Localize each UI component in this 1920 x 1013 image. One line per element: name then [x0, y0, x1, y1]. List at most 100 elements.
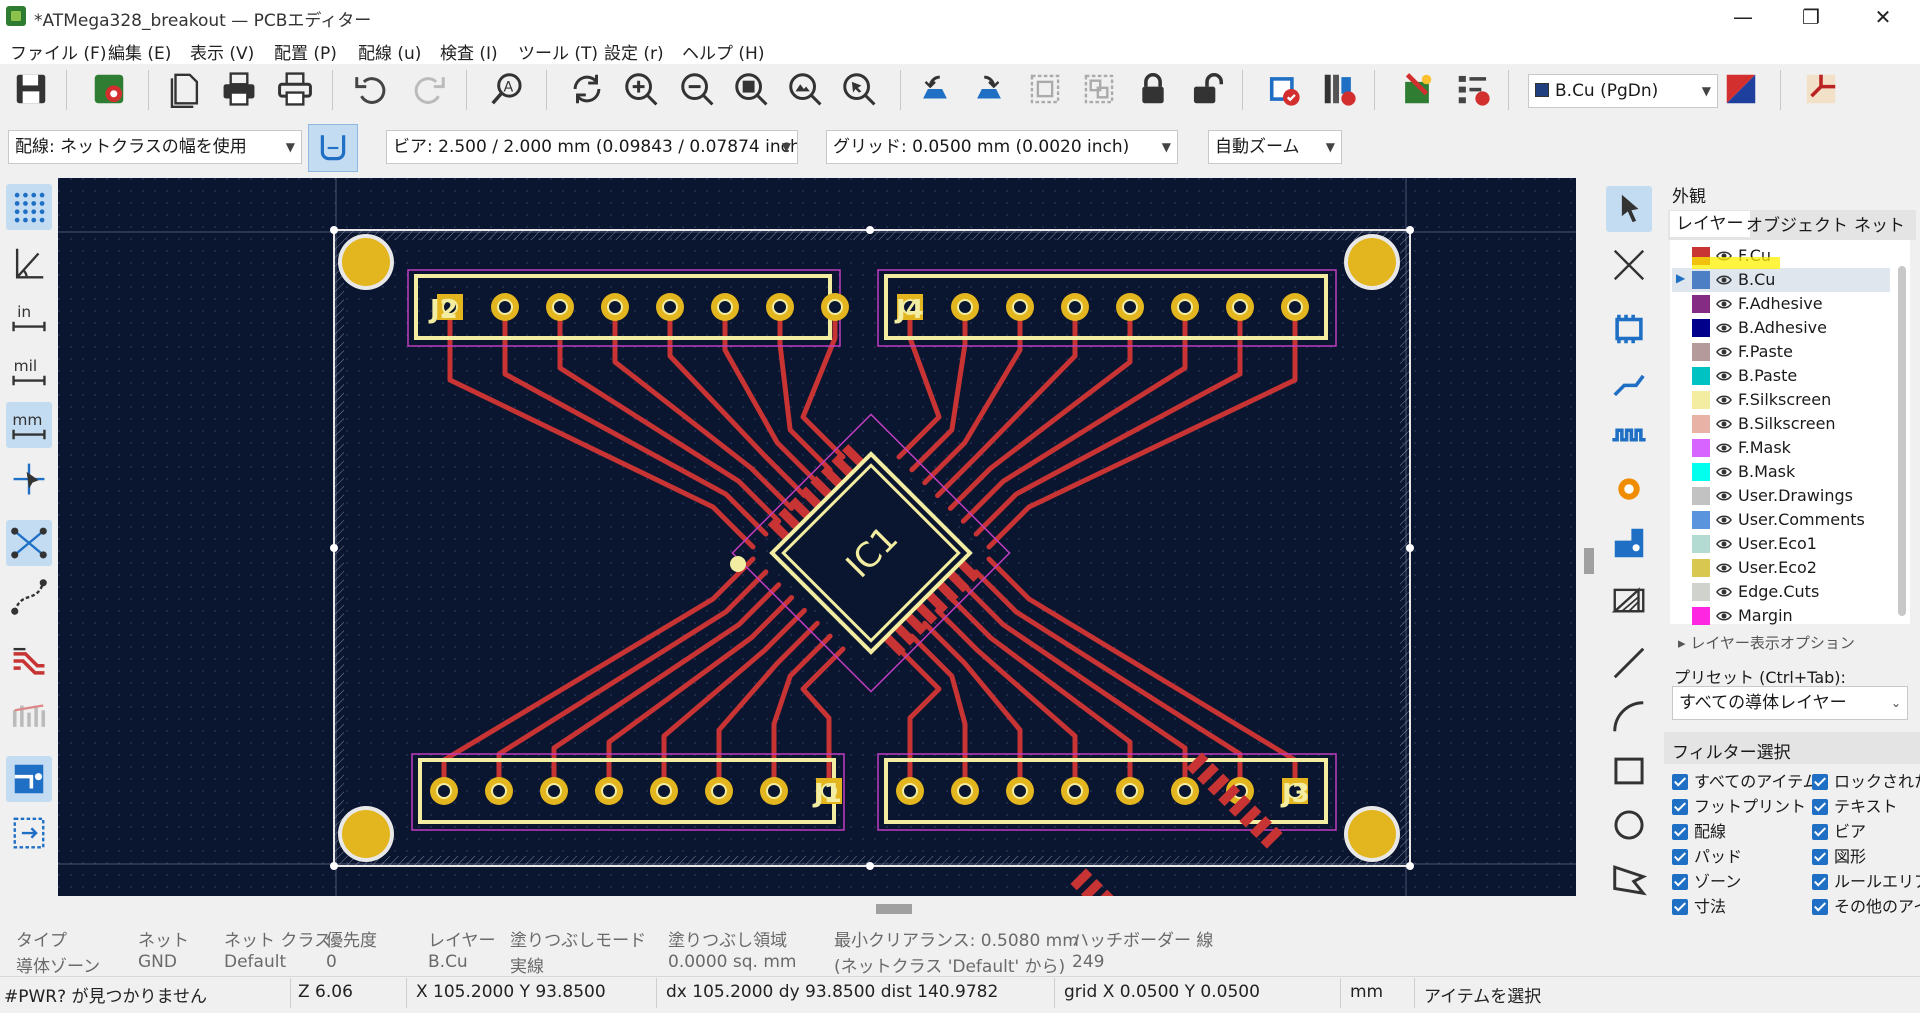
ratsnest-icon[interactable]	[6, 520, 52, 566]
add-via-icon[interactable]	[1606, 466, 1652, 512]
visibility-eye-icon[interactable]	[1716, 272, 1732, 288]
zoom-selection-icon[interactable]	[838, 68, 880, 110]
layer-color-swatch[interactable]	[1692, 607, 1710, 625]
filter-checkbox-0-5[interactable]: 寸法	[1672, 895, 1726, 919]
layer-color-swatch[interactable]	[1692, 343, 1710, 361]
grid-select[interactable]: グリッド: 0.0500 mm (0.0020 inch) ▼	[826, 130, 1178, 164]
curved-ratsnest-icon[interactable]	[6, 574, 52, 620]
scripting-icon[interactable]	[1396, 68, 1438, 110]
zoom-select[interactable]: 自動ズーム ▼	[1208, 130, 1342, 164]
layer-color-swatch[interactable]	[1692, 559, 1710, 577]
route-track-icon[interactable]	[1606, 360, 1652, 406]
zoom-in-icon[interactable]	[620, 68, 662, 110]
save-icon[interactable]	[10, 68, 52, 110]
add-footprint-icon[interactable]	[1606, 306, 1652, 352]
zoom-out-icon[interactable]	[676, 68, 718, 110]
layer-list-scrollbar[interactable]	[1898, 266, 1906, 616]
menu-view[interactable]: 表示 (V)	[190, 39, 254, 64]
visibility-eye-icon[interactable]	[1716, 536, 1732, 552]
visibility-eye-icon[interactable]	[1716, 560, 1732, 576]
filter-checkbox-0-2[interactable]: 配線	[1672, 820, 1726, 844]
preset-select[interactable]: すべての導体レイヤー ⌄	[1672, 686, 1908, 720]
footprint-checker-icon[interactable]	[1318, 68, 1360, 110]
show-zones-icon[interactable]	[6, 756, 52, 802]
layer-row-f-mask[interactable]: F.Mask	[1672, 436, 1890, 460]
filter-checkbox-1-2[interactable]: ビア	[1812, 820, 1866, 844]
undo-icon[interactable]	[350, 68, 392, 110]
menu-settings[interactable]: 設定 (r)	[604, 39, 664, 64]
minimize-button[interactable]: —	[1714, 0, 1772, 34]
layer-select-dropdown[interactable]: B.Cu (PgDn) ▼	[1528, 74, 1718, 108]
filter-checkbox-1-1[interactable]: テキスト	[1812, 795, 1898, 819]
inch-units-icon[interactable]: in	[6, 294, 52, 340]
high-contrast-icon[interactable]	[6, 692, 52, 738]
add-zone-icon[interactable]	[1606, 520, 1652, 566]
layer-row-user-eco1[interactable]: User.Eco1	[1672, 532, 1890, 556]
maximize-button[interactable]: ❐	[1782, 0, 1840, 34]
layer-color-swatch[interactable]	[1692, 415, 1710, 433]
layer-color-swatch[interactable]	[1692, 319, 1710, 337]
draw-circle-icon[interactable]	[1606, 802, 1652, 848]
redo-icon[interactable]	[408, 68, 450, 110]
drc-icon[interactable]	[1262, 68, 1304, 110]
plot-icon[interactable]	[274, 68, 316, 110]
layer-row-user-eco2[interactable]: User.Eco2	[1672, 556, 1890, 580]
visibility-eye-icon[interactable]	[1716, 440, 1732, 456]
layer-row-user-comments[interactable]: User.Comments	[1672, 508, 1890, 532]
menu-edit[interactable]: 編集 (E)	[108, 39, 171, 64]
draw-rectangle-icon[interactable]	[1606, 748, 1652, 794]
layer-row-f-adhesive[interactable]: F.Adhesive	[1672, 292, 1890, 316]
lock-icon[interactable]	[1132, 68, 1174, 110]
draw-polygon-icon[interactable]	[1606, 856, 1652, 902]
find-icon[interactable]: A	[486, 68, 528, 110]
rule-area-icon[interactable]	[1606, 574, 1652, 620]
zoom-objects-icon[interactable]	[784, 68, 826, 110]
select-tool-icon[interactable]	[1606, 186, 1652, 232]
visibility-eye-icon[interactable]	[1716, 464, 1732, 480]
menu-inspect[interactable]: 検査 (I)	[440, 39, 498, 64]
tab-layers[interactable]: レイヤー	[1670, 211, 1750, 237]
print-icon[interactable]	[218, 68, 260, 110]
grid-toggle-icon[interactable]	[6, 184, 52, 230]
layer-color-swatch[interactable]	[1692, 487, 1710, 505]
draw-arc-icon[interactable]	[1606, 694, 1652, 740]
filter-checkbox-0-0[interactable]: すべてのアイテム	[1672, 770, 1819, 794]
filter-checkbox-0-1[interactable]: フットプリント	[1672, 795, 1806, 819]
visibility-eye-icon[interactable]	[1716, 392, 1732, 408]
layer-row-f-paste[interactable]: F.Paste	[1672, 340, 1890, 364]
rotate-cw-icon[interactable]	[968, 68, 1010, 110]
layer-row-b-silkscreen[interactable]: B.Silkscreen	[1672, 412, 1890, 436]
layer-color-swatch[interactable]	[1692, 535, 1710, 553]
layer-color-swatch[interactable]	[1692, 391, 1710, 409]
layer-row-f-silkscreen[interactable]: F.Silkscreen	[1672, 388, 1890, 412]
visibility-eye-icon[interactable]	[1716, 608, 1732, 624]
rotate-ccw-icon[interactable]	[914, 68, 956, 110]
close-button[interactable]: ✕	[1854, 0, 1912, 34]
menu-tools[interactable]: ツール (T)	[518, 39, 598, 64]
layer-color-swatch[interactable]	[1692, 583, 1710, 601]
layer-color-swatch[interactable]	[1692, 439, 1710, 457]
layer-row-margin[interactable]: Margin	[1672, 604, 1890, 628]
mirror-icon[interactable]	[1024, 68, 1066, 110]
router-icon[interactable]	[1800, 68, 1842, 110]
tab-objects[interactable]: オブジェクト	[1740, 213, 1854, 239]
layer-color-swatch[interactable]	[1692, 295, 1710, 313]
menu-route[interactable]: 配線 (u)	[358, 39, 421, 64]
layer-row-edge-cuts[interactable]: Edge.Cuts	[1672, 580, 1890, 604]
mil-units-icon[interactable]: mil	[6, 348, 52, 394]
visibility-eye-icon[interactable]	[1716, 296, 1732, 312]
auto-track-width-button[interactable]	[308, 124, 358, 172]
layer-row-b-mask[interactable]: B.Mask	[1672, 460, 1890, 484]
vertical-scrollbar-thumb[interactable]	[1584, 548, 1594, 574]
layer-color-swatch[interactable]	[1692, 367, 1710, 385]
zoom-fit-icon[interactable]	[730, 68, 772, 110]
layer-color-swatch[interactable]	[1692, 463, 1710, 481]
layer-color-swatch[interactable]	[1692, 271, 1710, 289]
page-setup-icon[interactable]	[164, 68, 206, 110]
menu-file[interactable]: ファイル (F)	[10, 39, 106, 64]
menu-help[interactable]: ヘルプ (H)	[682, 39, 764, 64]
mm-units-icon[interactable]: mm	[6, 402, 52, 448]
visibility-eye-icon[interactable]	[1716, 368, 1732, 384]
layer-row-user-drawings[interactable]: User.Drawings	[1672, 484, 1890, 508]
layer-row-b-adhesive[interactable]: B.Adhesive	[1672, 316, 1890, 340]
